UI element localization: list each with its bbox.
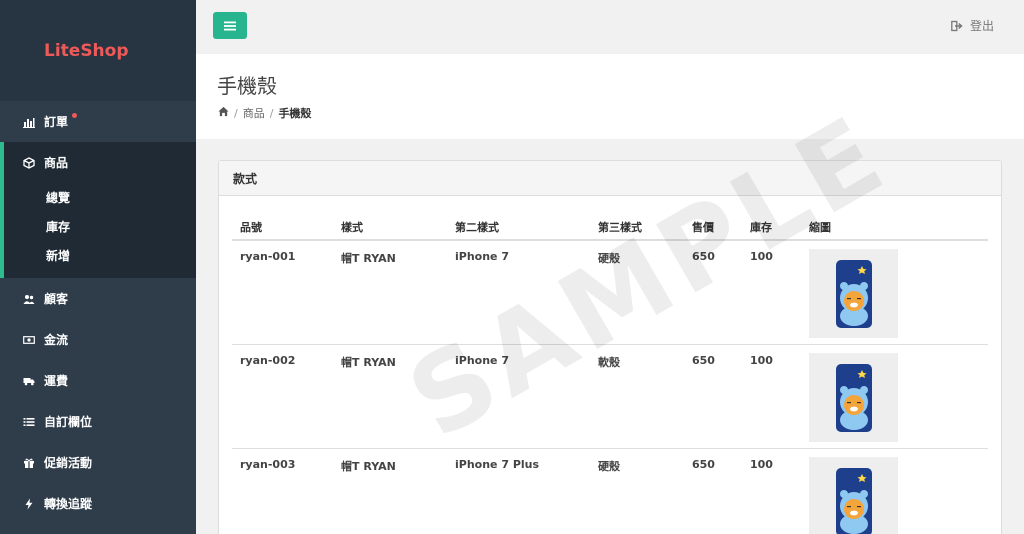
sidebar-subitem-label: 庫存 — [46, 220, 71, 234]
sidebar-item-label: 顧客 — [44, 292, 69, 306]
sidebar-item-conversion[interactable]: 轉換追蹤 — [0, 483, 196, 524]
sidebar-item-cashflow[interactable]: 金流 — [0, 319, 196, 360]
sidebar-item-custom-fields[interactable]: 自訂欄位 — [0, 401, 196, 442]
cell-stock: 100 — [750, 250, 773, 263]
breadcrumb: / 商品 / 手機殼 — [218, 105, 311, 121]
money-icon — [22, 333, 36, 347]
cell-style3: 軟殼 — [598, 356, 620, 369]
column-header-style2: 第二樣式 — [455, 221, 499, 234]
cell-style: 帽T RYAN — [341, 356, 396, 369]
cell-price: 650 — [692, 354, 715, 367]
panel-heading: 款式 — [219, 161, 1001, 196]
column-header-thumbnail: 縮圖 — [809, 221, 831, 234]
sidebar-subitem-label: 新增 — [46, 249, 71, 263]
bar-chart-icon — [22, 115, 36, 129]
cell-style3: 硬殼 — [598, 252, 620, 265]
sidebar-subitem-add[interactable]: 新增 — [4, 241, 196, 270]
list-icon — [22, 415, 36, 429]
product-thumbnail[interactable] — [809, 353, 898, 442]
column-header-style3: 第三樣式 — [598, 221, 642, 234]
cell-sku: ryan-001 — [240, 250, 296, 263]
sidebar-item-label: 金流 — [44, 333, 69, 347]
notification-dot — [72, 113, 77, 118]
sidebar-item-label: 商品 — [44, 156, 69, 170]
column-header-sku: 品號 — [240, 221, 262, 234]
gift-icon — [22, 456, 36, 470]
column-header-price: 售價 — [692, 221, 714, 234]
sidebar-item-shipping[interactable]: 運費 — [0, 360, 196, 401]
sidebar-item-label: 促銷活動 — [44, 456, 93, 470]
breadcrumb-separator: / — [269, 106, 274, 120]
breadcrumb-link-products[interactable]: 商品 — [243, 105, 265, 121]
sidebar-item-customers[interactable]: 顧客 — [0, 278, 196, 319]
column-header-stock: 庫存 — [750, 221, 772, 234]
cell-price: 650 — [692, 458, 715, 471]
truck-icon — [22, 374, 36, 388]
sidebar-item-products[interactable]: 商品 — [4, 142, 196, 183]
brand-name: LiteShop — [44, 40, 129, 61]
users-icon — [22, 292, 36, 306]
cell-stock: 100 — [750, 354, 773, 367]
cell-style2: iPhone 7 — [455, 250, 509, 263]
sidebar-item-orders[interactable]: 訂單 — [0, 101, 196, 142]
hamburger-icon — [224, 21, 236, 30]
sign-out-icon — [951, 20, 963, 31]
phone-case-image — [835, 259, 872, 328]
topbar: 登出 — [196, 0, 1024, 54]
sidebar-item-label: 轉換追蹤 — [44, 497, 93, 511]
menu-toggle-button[interactable] — [213, 12, 247, 39]
variants-panel: 款式 品號 樣式 第二樣式 第三樣式 售價 庫存 縮圖 ryan-001 帽T … — [218, 160, 1002, 534]
sidebar: LiteShop 訂單 商品 總覽 庫存 新增 顧客 金流 運費 自訂欄位 促銷… — [0, 0, 196, 534]
sidebar-item-label: 訂單 — [44, 115, 69, 129]
bolt-icon — [22, 497, 36, 511]
cell-style2: iPhone 7 Plus — [455, 458, 540, 471]
cell-stock: 100 — [750, 458, 773, 471]
phone-case-image — [835, 363, 872, 432]
cube-icon — [22, 156, 36, 170]
cell-style: 帽T RYAN — [341, 252, 396, 265]
sidebar-subitem-inventory[interactable]: 庫存 — [4, 212, 196, 241]
sidebar-item-label: 運費 — [44, 374, 69, 388]
column-header-style: 樣式 — [341, 221, 363, 234]
cell-style: 帽T RYAN — [341, 460, 396, 473]
page-title: 手機殼 — [217, 74, 277, 98]
phone-case-image — [835, 467, 872, 534]
breadcrumb-separator: / — [234, 106, 238, 120]
product-thumbnail[interactable] — [809, 457, 898, 534]
table-header: 品號 樣式 第二樣式 第三樣式 售價 庫存 縮圖 — [232, 211, 988, 241]
cell-style3: 硬殼 — [598, 460, 620, 473]
cell-style2: iPhone 7 — [455, 354, 509, 367]
cell-price: 650 — [692, 250, 715, 263]
table-row[interactable]: ryan-002 帽T RYAN iPhone 7 軟殼 650 100 — [232, 345, 988, 449]
sidebar-item-promotions[interactable]: 促銷活動 — [0, 442, 196, 483]
page-header: 手機殼 / 商品 / 手機殼 — [196, 54, 1024, 139]
cell-sku: ryan-002 — [240, 354, 296, 367]
product-thumbnail[interactable] — [809, 249, 898, 338]
table-row[interactable]: ryan-001 帽T RYAN iPhone 7 硬殼 650 100 — [232, 241, 988, 345]
sidebar-group-products: 商品 總覽 庫存 新增 — [0, 142, 196, 278]
table-row[interactable]: ryan-003 帽T RYAN iPhone 7 Plus 硬殼 650 10… — [232, 449, 988, 534]
breadcrumb-current: 手機殼 — [278, 107, 312, 120]
variants-table: 品號 樣式 第二樣式 第三樣式 售價 庫存 縮圖 ryan-001 帽T RYA… — [232, 211, 988, 534]
sidebar-subitem-overview[interactable]: 總覽 — [4, 183, 196, 212]
sidebar-subitem-label: 總覽 — [46, 191, 71, 205]
cell-sku: ryan-003 — [240, 458, 296, 471]
logout-button[interactable]: 登出 — [951, 17, 994, 34]
sidebar-item-label: 自訂欄位 — [44, 415, 93, 429]
brand-logo[interactable]: LiteShop — [0, 0, 196, 101]
home-icon[interactable] — [218, 106, 229, 120]
logout-label: 登出 — [969, 19, 994, 33]
